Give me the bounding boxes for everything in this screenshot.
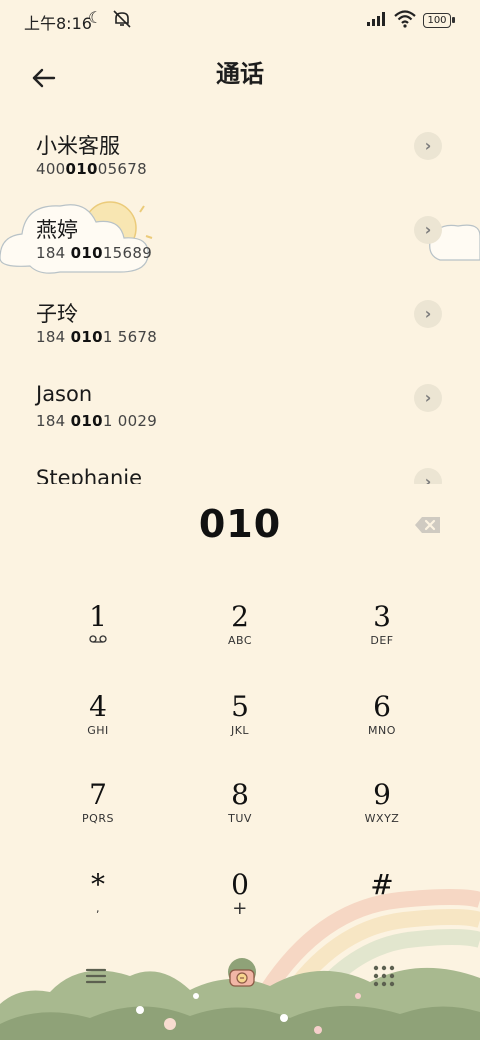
key-letters: TUV xyxy=(228,812,252,825)
key-2[interactable]: 2 ABC xyxy=(180,600,300,670)
app-header: 通话 xyxy=(0,40,480,100)
key-digit: 3 xyxy=(373,600,391,633)
call-icon xyxy=(228,958,256,987)
key-digit: # xyxy=(370,868,394,901)
key-6[interactable]: 6 MNO xyxy=(322,690,442,760)
contact-results-list[interactable]: 小米客服 40001005678 › 燕婷 184 01015689 › 子玲 … xyxy=(0,120,480,484)
contact-name: 小米客服 xyxy=(36,134,120,158)
contact-name: 子玲 xyxy=(36,302,78,326)
key-8[interactable]: 8 TUV xyxy=(180,778,300,848)
call-button[interactable] xyxy=(220,952,264,996)
signal-icon xyxy=(367,12,385,26)
keypad-toggle-button[interactable] xyxy=(372,964,396,988)
contact-row[interactable]: 小米客服 40001005678 › xyxy=(0,120,480,204)
chevron-right-icon[interactable]: › xyxy=(414,216,442,244)
contact-row[interactable]: 燕婷 184 01015689 › xyxy=(0,204,480,288)
contact-number: 184 0101 5678 xyxy=(36,328,158,346)
contact-name: Jason xyxy=(36,382,93,406)
chevron-right-icon[interactable]: › xyxy=(414,300,442,328)
contact-name: Stephanie xyxy=(36,466,143,484)
key-5[interactable]: 5 JKL xyxy=(180,690,300,760)
battery-indicator: 100 xyxy=(423,13,455,28)
contact-number: 40001005678 xyxy=(36,160,147,178)
key-letters: GHI xyxy=(87,724,109,737)
key-letters: MNO xyxy=(368,724,396,737)
key-9[interactable]: 9 WXYZ xyxy=(322,778,442,848)
key-digit: 4 xyxy=(89,690,107,723)
key-letters: JKL xyxy=(230,724,250,737)
key-4[interactable]: 4 GHI xyxy=(38,690,158,760)
key-letters: WXYZ xyxy=(364,812,400,825)
backspace-button[interactable] xyxy=(414,514,442,536)
chevron-right-icon[interactable]: › xyxy=(414,132,442,160)
ringer-muted-icon xyxy=(113,10,131,28)
key-hash[interactable]: # xyxy=(322,868,442,938)
contact-row[interactable]: Jason 184 0101 0029 › xyxy=(0,372,480,456)
key-digit: 0 xyxy=(231,868,249,901)
key-digit: 6 xyxy=(373,690,391,723)
keypad-grid-icon xyxy=(373,965,395,987)
contact-row[interactable]: 子玲 184 0101 5678 › xyxy=(0,288,480,372)
contact-number: 184 01015689 xyxy=(36,244,153,262)
chevron-right-icon[interactable]: › xyxy=(414,384,442,412)
key-digit: 9 xyxy=(373,778,391,811)
key-letters: DEF xyxy=(370,634,394,647)
key-star[interactable]: * , xyxy=(38,868,158,938)
do-not-disturb-icon: ☾ xyxy=(88,8,103,27)
menu-icon xyxy=(85,968,107,984)
key-digit: 8 xyxy=(231,778,249,811)
contact-number: 184 0101 0029 xyxy=(36,412,158,430)
page-title: 通话 xyxy=(216,60,264,88)
key-digit: 7 xyxy=(89,778,107,811)
status-time: 上午8:16 xyxy=(24,14,92,33)
key-0[interactable]: 0 + xyxy=(180,868,300,938)
key-7[interactable]: 7 PQRS xyxy=(38,778,158,848)
menu-button[interactable] xyxy=(84,966,108,986)
contact-name: 燕婷 xyxy=(36,218,78,242)
chevron-right-icon[interactable]: › xyxy=(414,468,442,484)
key-digit: * xyxy=(91,868,105,901)
key-letters: ABC xyxy=(227,634,253,647)
key-3[interactable]: 3 DEF xyxy=(322,600,442,670)
key-letters: , xyxy=(96,902,100,915)
voicemail-icon xyxy=(89,635,107,643)
key-letters: + xyxy=(232,898,248,919)
wifi-icon xyxy=(394,10,416,28)
key-digit: 5 xyxy=(231,690,249,723)
contact-row[interactable]: Stephanie › xyxy=(0,456,480,484)
dialed-number: 010 xyxy=(198,502,282,546)
backspace-icon xyxy=(415,517,440,533)
key-digit: 2 xyxy=(231,600,249,633)
status-bar: 上午8:16 ☾ 100 xyxy=(0,0,480,40)
key-letters: PQRS xyxy=(82,812,114,825)
key-1[interactable]: 1 xyxy=(38,600,158,670)
key-digit: 1 xyxy=(89,600,107,633)
